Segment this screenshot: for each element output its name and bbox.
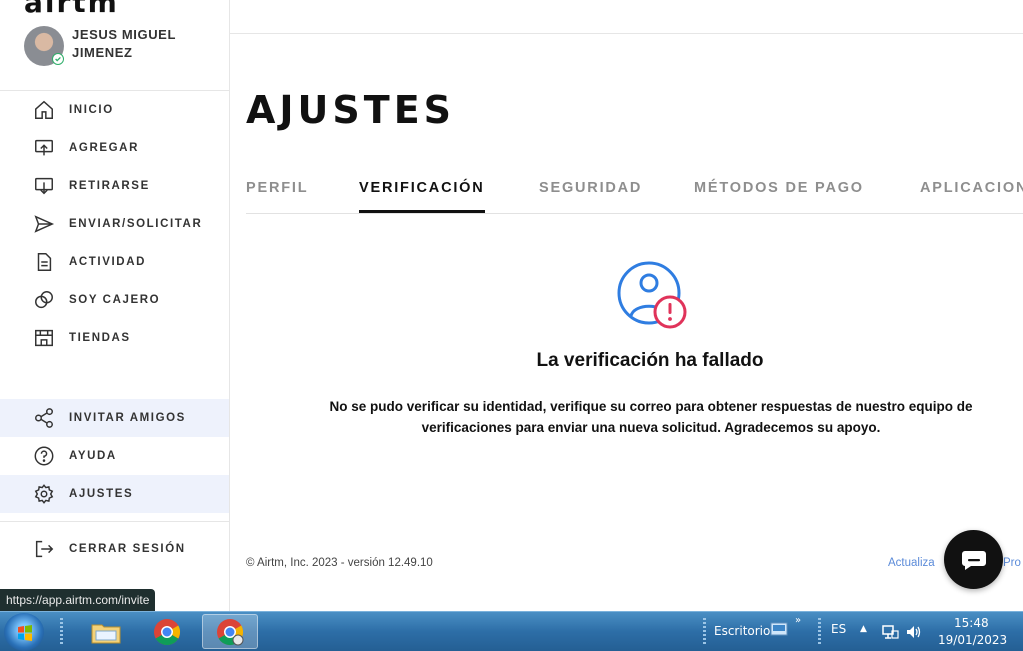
send-icon bbox=[32, 212, 56, 236]
chat-button[interactable] bbox=[944, 530, 1003, 589]
sidebar-item-label: INICIO bbox=[69, 104, 114, 116]
tab-seguridad[interactable]: SEGURIDAD bbox=[539, 168, 642, 213]
sidebar-item-label: SOY CAJERO bbox=[69, 294, 161, 306]
folder-icon bbox=[91, 624, 121, 643]
status-bar-url: https://app.airtm.com/invite bbox=[0, 589, 156, 611]
sidebar-item-label: ENVIAR/SOLICITAR bbox=[69, 218, 203, 230]
taskbar-grip bbox=[818, 618, 821, 645]
top-bar bbox=[230, 0, 1023, 34]
sidebar-item-enviar-solicitar[interactable]: ENVIAR/SOLICITAR bbox=[0, 205, 229, 243]
logout-button[interactable]: CERRAR SESIÓN bbox=[0, 530, 229, 568]
footer-link-update[interactable]: Actualiza bbox=[888, 557, 935, 569]
desktop-toolbar-label[interactable]: Escritorio bbox=[714, 624, 770, 638]
sidebar-item-tiendas[interactable]: TIENDAS bbox=[0, 319, 229, 357]
desktop-folder-icon[interactable] bbox=[770, 621, 788, 637]
status-description: No se pudo verificar su identidad, verif… bbox=[329, 399, 973, 435]
withdraw-icon bbox=[32, 174, 56, 198]
taskbar-grip bbox=[60, 618, 63, 645]
verified-shield-icon bbox=[52, 53, 64, 65]
taskbar-chrome-active[interactable] bbox=[202, 614, 258, 649]
sidebar-item-label: INVITAR AMIGOS bbox=[69, 412, 186, 424]
taskbar-grip bbox=[703, 618, 706, 645]
windows-logo-icon bbox=[18, 625, 32, 641]
clock-date[interactable]: 19/01/2023 bbox=[938, 633, 1007, 647]
clock-time[interactable]: 15:48 bbox=[954, 616, 989, 630]
sidebar-item-soy-cajero[interactable]: SOY CAJERO bbox=[0, 281, 229, 319]
sidebar-item-ajustes[interactable]: AJUSTES bbox=[0, 475, 229, 513]
windows-taskbar: Escritorio » ES ▲ 15:48 19/01/2023 bbox=[0, 611, 1023, 651]
add-funds-icon bbox=[32, 136, 56, 160]
home-icon bbox=[32, 98, 56, 122]
sidebar-item-label: AYUDA bbox=[69, 450, 117, 462]
taskbar-chrome[interactable] bbox=[143, 614, 191, 649]
toolbar-overflow-icon[interactable]: » bbox=[795, 615, 801, 626]
tray-expand-icon[interactable]: ▲ bbox=[860, 624, 867, 634]
volume-icon[interactable] bbox=[905, 624, 923, 640]
sidebar-item-label: RETIRARSE bbox=[69, 180, 150, 192]
gear-icon bbox=[32, 482, 56, 506]
tab-aplicaciones[interactable]: APLICACIONES bbox=[920, 168, 1023, 213]
status-title: La verificación ha fallado bbox=[536, 350, 764, 371]
share-icon bbox=[32, 406, 56, 430]
airtm-logo[interactable]: airtm bbox=[24, 0, 119, 19]
sidebar-nav-secondary: INVITAR AMIGOS AYUDA AJUSTES bbox=[0, 399, 229, 513]
logout-icon bbox=[32, 537, 56, 561]
network-icon[interactable] bbox=[881, 624, 899, 640]
chat-icon bbox=[961, 550, 986, 570]
store-icon bbox=[32, 326, 56, 350]
tab-verificacion[interactable]: VERIFICACIÓN bbox=[359, 168, 485, 213]
page-title: AJUSTES bbox=[246, 88, 456, 132]
tab-metodos-de-pago[interactable]: MÉTODOS DE PAGO bbox=[694, 168, 864, 213]
sidebar-item-ayuda[interactable]: AYUDA bbox=[0, 437, 229, 475]
user-name: JESUS MIGUEL JIMENEZ bbox=[72, 27, 176, 60]
help-icon bbox=[32, 444, 56, 468]
logout-label: CERRAR SESIÓN bbox=[69, 543, 186, 555]
sidebar-item-invitar-amigos[interactable]: INVITAR AMIGOS bbox=[0, 399, 229, 437]
footer-link-privacy[interactable]: Pro bbox=[1003, 557, 1021, 569]
sidebar-item-inicio[interactable]: INICIO bbox=[0, 91, 229, 129]
exchange-icon bbox=[32, 288, 56, 312]
sidebar-item-label: AGREGAR bbox=[69, 142, 139, 154]
sidebar-nav-logout: CERRAR SESIÓN bbox=[0, 530, 229, 568]
chrome-icon bbox=[154, 618, 181, 645]
sidebar-item-actividad[interactable]: ACTIVIDAD bbox=[0, 243, 229, 281]
sidebar-item-label: ACTIVIDAD bbox=[69, 256, 147, 268]
sidebar-divider bbox=[0, 521, 229, 522]
language-indicator[interactable]: ES bbox=[831, 622, 846, 636]
sidebar-item-label: AJUSTES bbox=[69, 488, 134, 500]
taskbar-explorer[interactable] bbox=[82, 614, 130, 649]
sidebar-item-retirarse[interactable]: RETIRARSE bbox=[0, 167, 229, 205]
sidebar-item-agregar[interactable]: AGREGAR bbox=[0, 129, 229, 167]
document-icon bbox=[32, 250, 56, 274]
verification-failed-icon bbox=[616, 261, 688, 329]
settings-tabs: PERFIL VERIFICACIÓN SEGURIDAD MÉTODOS DE… bbox=[246, 168, 1023, 214]
tab-perfil[interactable]: PERFIL bbox=[246, 168, 308, 213]
sidebar: airtm JESUS MIGUEL JIMENEZ INICIO AGREGA… bbox=[0, 0, 230, 611]
sidebar-item-label: TIENDAS bbox=[69, 332, 131, 344]
footer-copyright: © Airtm, Inc. 2023 - versión 12.49.10 bbox=[246, 557, 433, 569]
sidebar-nav-primary: INICIO AGREGAR RETIRARSE ENVIAR/SOLICITA… bbox=[0, 91, 229, 357]
start-button[interactable] bbox=[4, 613, 44, 651]
chrome-profile-icon bbox=[217, 618, 244, 645]
